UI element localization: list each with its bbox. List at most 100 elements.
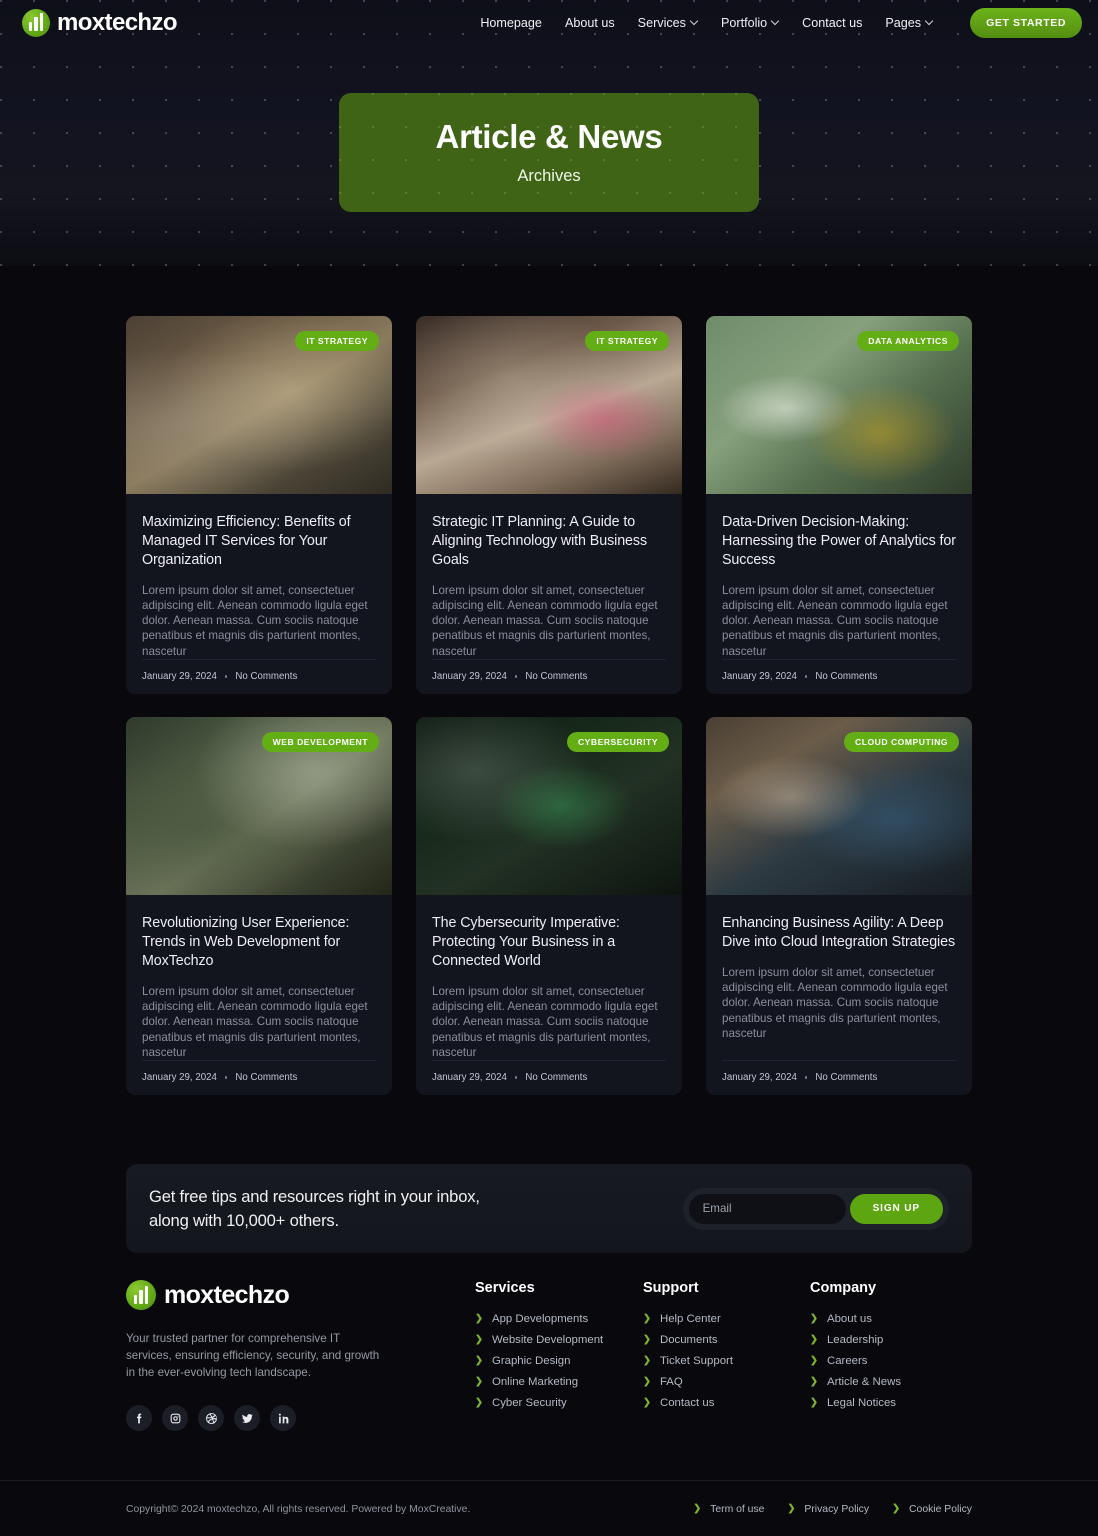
footer-link-website-development[interactable]: ❯ Website Development [475,1334,643,1346]
chevron-right-icon: ❯ [475,1334,483,1346]
footer-link-legal-notices[interactable]: ❯ Legal Notices [810,1397,901,1409]
article-meta: January 29, 2024 No Comments [722,659,956,694]
footer-link-faq[interactable]: ❯ FAQ [643,1376,810,1388]
article-card[interactable]: CLOUD COMPUTING Enhancing Business Agili… [706,717,972,1096]
article-thumbnail: IT STRATEGY [126,316,392,494]
footer-heading: Services [475,1280,535,1296]
legal-link-privacy-policy[interactable]: ❯ Privacy Policy [787,1504,869,1515]
chevron-right-icon: ❯ [643,1334,651,1346]
category-badge[interactable]: DATA ANALYTICS [857,331,959,351]
article-meta: January 29, 2024 No Comments [142,659,376,694]
email-input[interactable] [688,1193,846,1224]
dot-separator-icon [804,675,808,678]
footer-link-online-marketing[interactable]: ❯ Online Marketing [475,1376,643,1388]
footer-link-help-center[interactable]: ❯ Help Center [643,1313,810,1325]
article-title[interactable]: Revolutionizing User Experience: Trends … [142,914,376,971]
footer-link-leadership[interactable]: ❯ Leadership [810,1334,901,1346]
article-thumbnail: CLOUD COMPUTING [706,717,972,896]
article-excerpt: Lorem ipsum dolor sit amet, consectetuer… [432,583,658,658]
page-title: Article & News [435,118,663,156]
article-card[interactable]: WEB DEVELOPMENT Revolutionizing User Exp… [126,717,392,1096]
facebook-icon[interactable] [126,1405,152,1432]
article-card[interactable]: IT STRATEGY Strategic IT Planning: A Gui… [416,316,682,695]
article-card[interactable]: DATA ANALYTICS Data-Driven Decision-Maki… [706,316,972,695]
chevron-right-icon: ❯ [810,1334,818,1346]
footer-link-article-news[interactable]: ❯ Article & News [810,1376,901,1388]
dribbble-icon[interactable] [198,1405,224,1432]
chevron-right-icon: ❯ [643,1397,651,1409]
footer-link-about-us[interactable]: ❯ About us [810,1313,901,1325]
article-title[interactable]: Maximizing Efficiency: Benefits of Manag… [142,513,376,570]
newsletter-line-2: along with 10,000+ others. [149,1210,339,1230]
footer-link-contact-us[interactable]: ❯ Contact us [643,1397,810,1409]
footer-link-ticket-support[interactable]: ❯ Ticket Support [643,1355,810,1367]
article-body: Enhancing Business Agility: A Deep Dive … [706,895,972,1060]
article-card[interactable]: IT STRATEGY Maximizing Efficiency: Benef… [126,316,392,695]
article-title[interactable]: The Cybersecurity Imperative: Protecting… [432,914,666,971]
site-footer: moxtechzo Your trusted partner for compr… [0,1280,1098,1432]
article-body: Data-Driven Decision-Making: Harnessing … [706,494,972,659]
chevron-right-icon: ❯ [810,1355,818,1367]
legal-link-cookie-policy[interactable]: ❯ Cookie Policy [892,1504,972,1515]
footer-link-cyber-security[interactable]: ❯ Cyber Security [475,1397,643,1409]
page-subtitle: Archives [517,166,581,185]
chevron-right-icon: ❯ [693,1503,702,1515]
dot-separator-icon [224,675,228,678]
newsletter-section: Get free tips and resources right in you… [126,1164,972,1253]
footer-brand-column: moxtechzo Your trusted partner for compr… [126,1280,426,1432]
article-title[interactable]: Enhancing Business Agility: A Deep Dive … [722,914,956,952]
sign-up-button[interactable]: SIGN UP [849,1193,943,1224]
footer-link-label: About us [826,1313,872,1325]
article-card[interactable]: CYBERSECURITY The Cybersecurity Imperati… [416,717,682,1096]
article-comments: No Comments [525,1072,588,1084]
category-badge[interactable]: IT STRATEGY [295,331,379,351]
chevron-right-icon: ❯ [810,1313,818,1325]
nav-item-homepage[interactable]: Homepage [480,16,542,30]
footer-link-label: Article & News [826,1376,902,1388]
article-comments: No Comments [815,671,878,683]
nav-item-pages[interactable]: Pages [885,16,933,30]
twitter-icon[interactable] [234,1405,260,1432]
legal-link-term-of-use[interactable]: ❯ Term of use [693,1504,764,1515]
category-badge[interactable]: CLOUD COMPUTING [844,732,959,753]
article-title[interactable]: Strategic IT Planning: A Guide to Aligni… [432,513,666,570]
nav-label: Services [637,16,686,30]
footer-link-label: Website Development [491,1334,604,1346]
footer-link-label: Leadership [826,1334,884,1346]
article-date: January 29, 2024 [142,671,217,683]
nav-item-services[interactable]: Services [638,16,698,30]
article-date: January 29, 2024 [432,671,507,683]
chevron-right-icon: ❯ [643,1313,651,1325]
article-excerpt: Lorem ipsum dolor sit amet, consectetuer… [722,583,948,658]
brand-logo[interactable]: moxtechzo [22,9,178,37]
nav-item-contact-us[interactable]: Contact us [802,16,862,30]
bars-circle-logo-icon [126,1280,156,1310]
footer-column-company: Company ❯ About us ❯ Leadership ❯ Career… [810,1280,901,1431]
footer-link-careers[interactable]: ❯ Careers [810,1355,901,1367]
footer-logo[interactable]: moxtechzo [126,1280,426,1310]
instagram-icon[interactable] [162,1405,188,1432]
brand-name: moxtechzo [57,9,178,36]
footer-link-graphic-design[interactable]: ❯ Graphic Design [475,1355,643,1367]
category-badge[interactable]: CYBERSECURITY [566,732,669,753]
get-started-button[interactable]: GET STARTED [970,8,1082,38]
article-excerpt: Lorem ipsum dolor sit amet, consectetuer… [722,965,948,1040]
footer-link-documents[interactable]: ❯ Documents [643,1334,810,1346]
article-date: January 29, 2024 [432,1072,507,1084]
category-badge[interactable]: WEB DEVELOPMENT [261,732,379,753]
footer-link-label: FAQ [659,1376,683,1388]
nav-item-about-us[interactable]: About us [565,16,615,30]
nav-item-portfolio[interactable]: Portfolio [721,16,779,30]
category-badge[interactable]: IT STRATEGY [585,331,669,351]
footer-link-app-developments[interactable]: ❯ App Developments [475,1313,643,1325]
article-meta: January 29, 2024 No Comments [432,1060,666,1095]
article-comments: No Comments [235,671,298,683]
article-title[interactable]: Data-Driven Decision-Making: Harnessing … [722,513,956,570]
legal-links: ❯ Term of use ❯ Privacy Policy ❯ Cookie … [693,1504,972,1515]
linkedin-icon[interactable] [270,1405,296,1432]
chevron-down-icon [772,18,779,25]
footer-link-label: Contact us [659,1397,715,1409]
nav-label: Homepage [480,16,542,30]
footer-column-support: Support ❯ Help Center ❯ Documents ❯ Tick… [643,1280,810,1431]
footer-link-label: Ticket Support [659,1355,733,1367]
